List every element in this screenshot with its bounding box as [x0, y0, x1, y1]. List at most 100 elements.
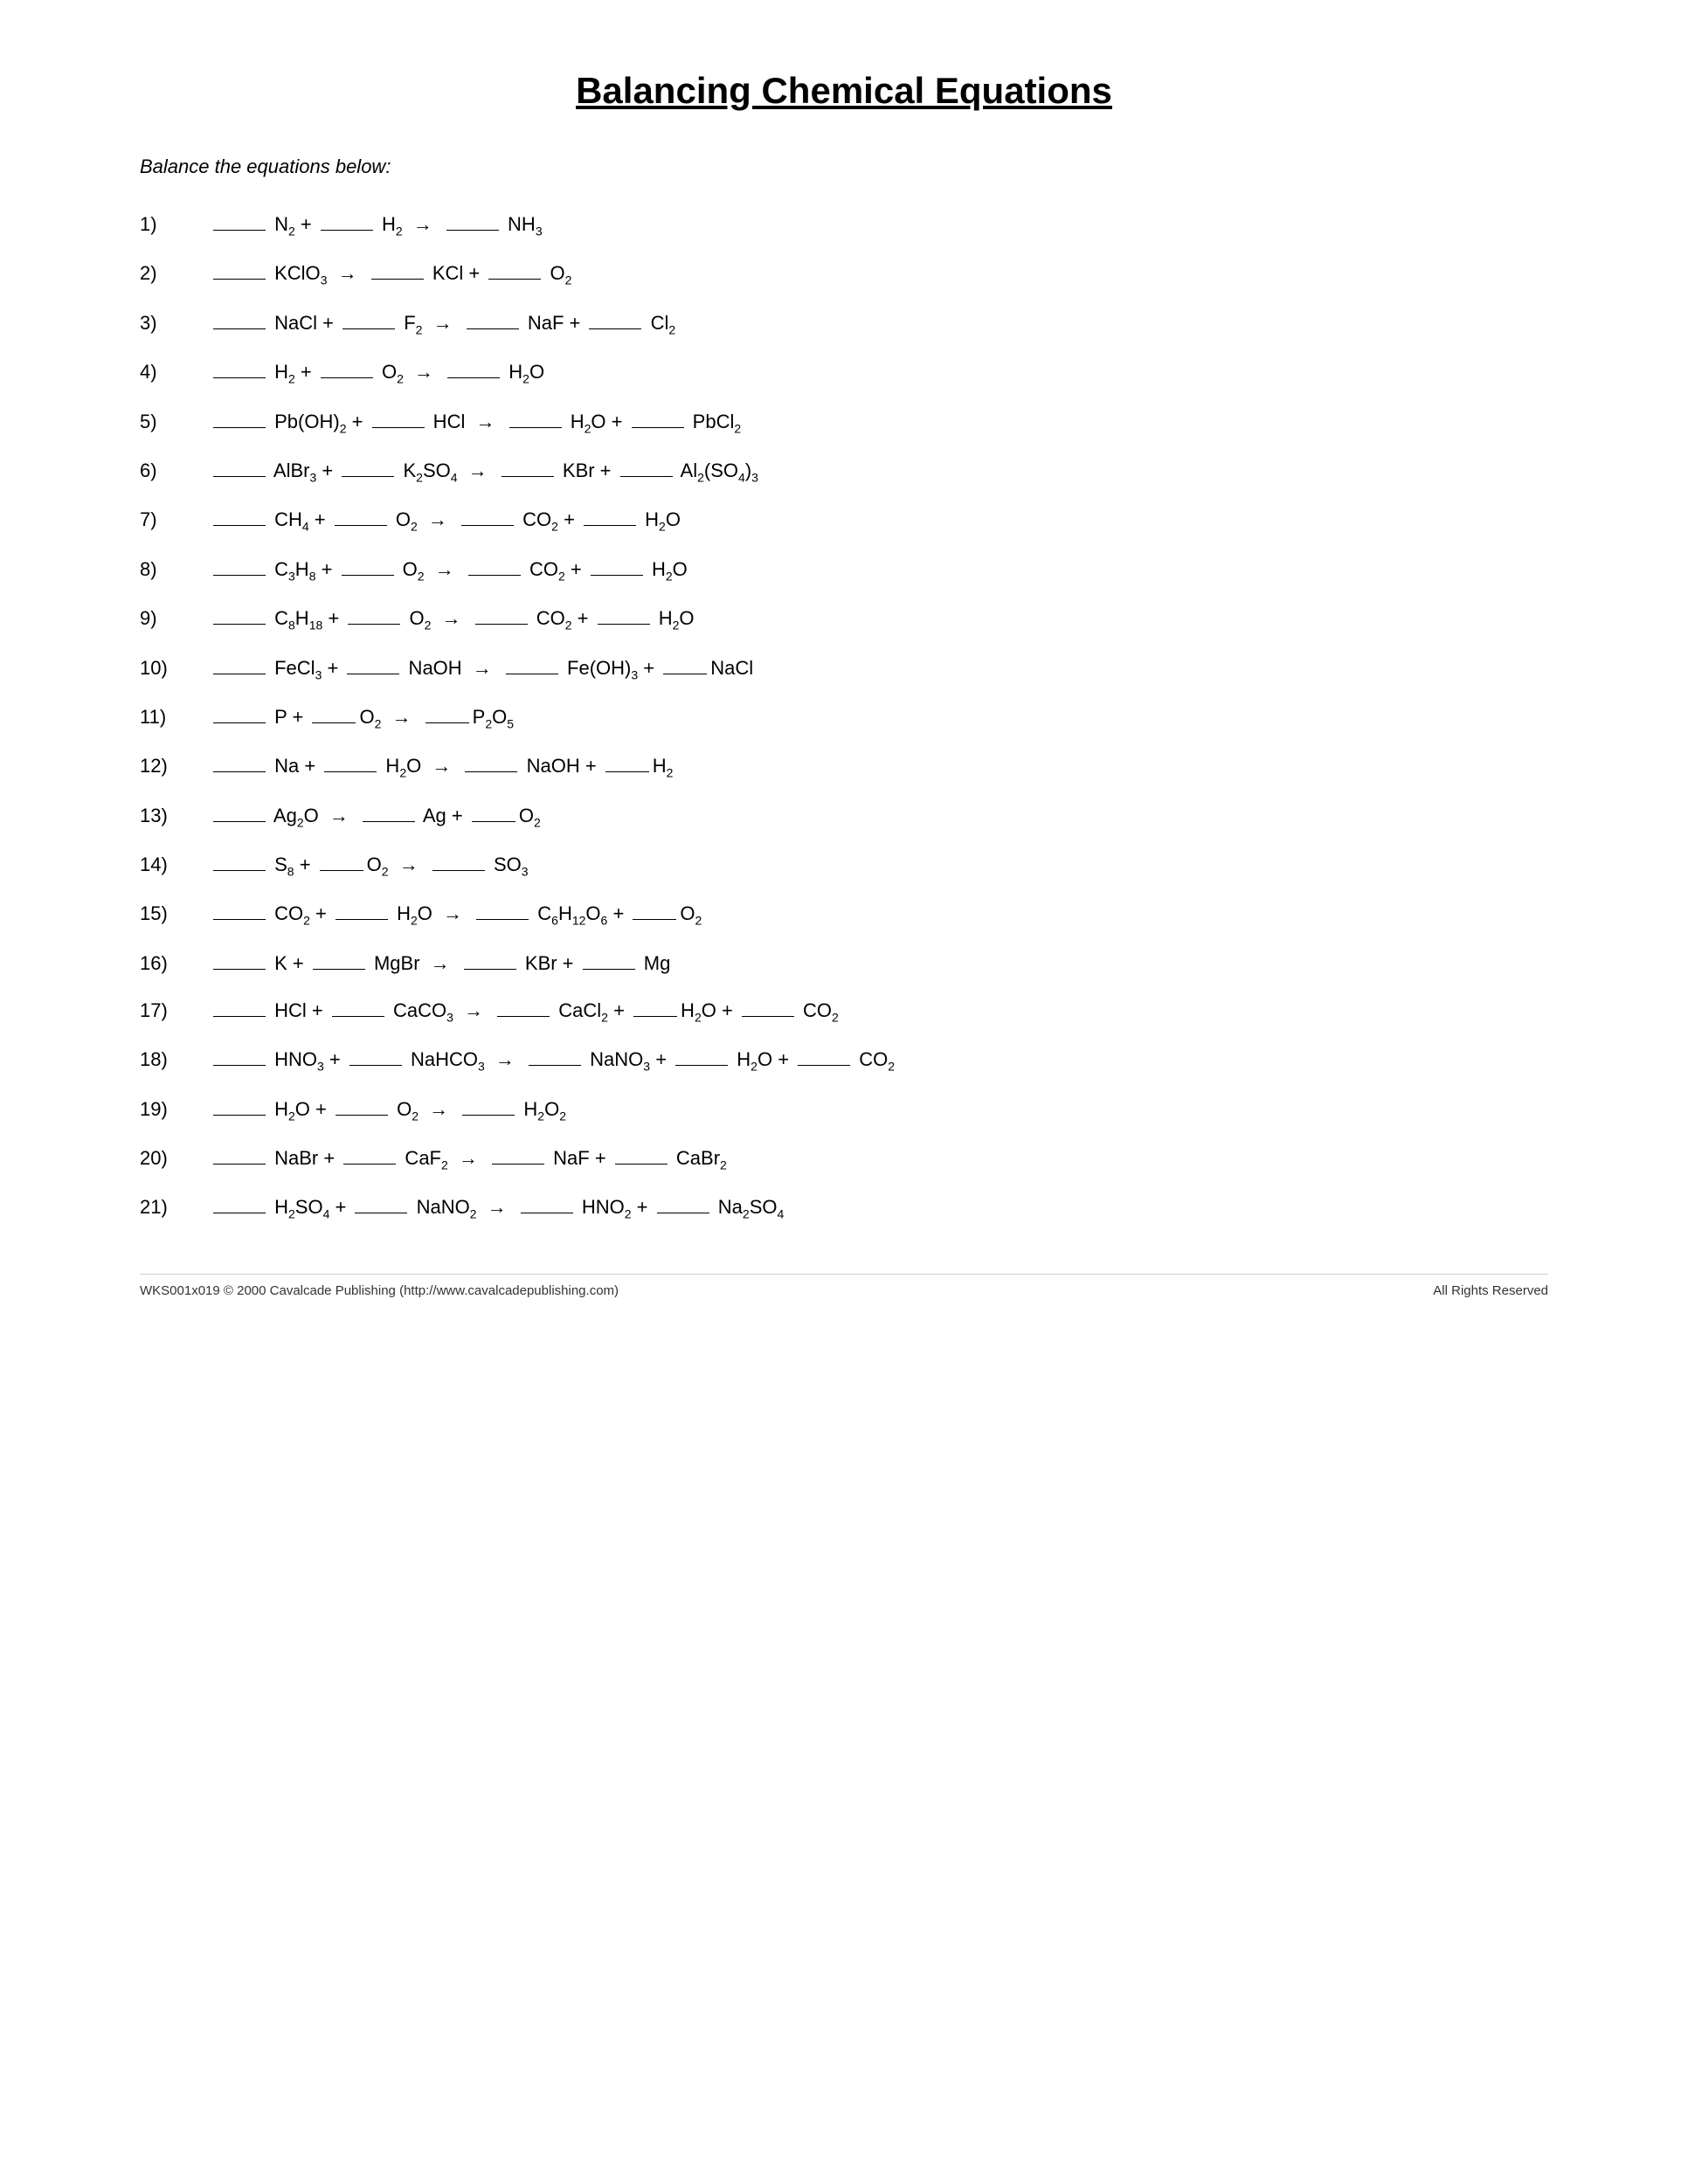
blank: [620, 476, 673, 477]
equation-13: 13) Ag2O → Ag + O2: [140, 805, 1548, 829]
equation-1: 1) N2 + H2 → NH3: [140, 213, 1548, 238]
blank: [213, 1164, 266, 1165]
blank: [468, 575, 521, 576]
equation-19: 19) H2O + O2 → H2O2: [140, 1098, 1548, 1123]
blank: [342, 575, 394, 576]
eq-number-10: 10): [140, 657, 210, 680]
blank: [213, 969, 266, 970]
blank: [332, 1016, 384, 1017]
blank: [342, 476, 394, 477]
blank: [213, 575, 266, 576]
eq-number-21: 21): [140, 1196, 210, 1219]
blank: [632, 427, 684, 428]
equation-16: 16) K + MgBr → KBr + Mg: [140, 952, 1548, 975]
equations-list: 1) N2 + H2 → NH3 2) KClO3 → KCl + O2 3) …: [140, 213, 1548, 1221]
eq-number-1: 1): [140, 213, 210, 236]
eq-number-15: 15): [140, 902, 210, 925]
blank: [213, 771, 266, 772]
blank: [363, 821, 415, 822]
equation-21: 21) H2SO4 + NaNO2 → HNO2 + Na2SO4: [140, 1196, 1548, 1220]
blank: [213, 279, 266, 280]
eq-number-19: 19): [140, 1098, 210, 1121]
blank: [605, 771, 649, 772]
eq-content-20: NaBr + CaF2 → NaF + CaBr2: [210, 1147, 727, 1171]
blank: [213, 525, 266, 526]
equation-11: 11) P + O2 → P2O5: [140, 706, 1548, 730]
equation-12: 12) Na + H2O → NaOH + H2: [140, 755, 1548, 779]
blank: [472, 821, 515, 822]
equation-20: 20) NaBr + CaF2 → NaF + CaBr2: [140, 1147, 1548, 1171]
eq-content-1: N2 + H2 → NH3: [210, 213, 543, 238]
eq-number-4: 4): [140, 361, 210, 384]
eq-content-18: HNO3 + NaHCO3 → NaNO3 + H2O + CO2: [210, 1048, 895, 1073]
equation-3: 3) NaCl + F2 → NaF + Cl2: [140, 312, 1548, 336]
eq-content-3: NaCl + F2 → NaF + Cl2: [210, 312, 675, 336]
blank: [475, 624, 528, 625]
blank: [589, 328, 641, 329]
blank: [371, 279, 424, 280]
blank: [213, 919, 266, 920]
eq-content-16: K + MgBr → KBr + Mg: [210, 952, 670, 975]
blank: [321, 230, 373, 231]
blank: [447, 377, 500, 378]
blank: [583, 969, 635, 970]
eq-content-12: Na + H2O → NaOH + H2: [210, 755, 673, 779]
page-title: Balancing Chemical Equations: [140, 70, 1548, 112]
equation-15: 15) CO2 + H2O → C6H12O6 + O2: [140, 902, 1548, 927]
eq-number-3: 3): [140, 312, 210, 335]
eq-content-15: CO2 + H2O → C6H12O6 + O2: [210, 902, 702, 927]
blank: [446, 230, 499, 231]
eq-content-19: H2O + O2 → H2O2: [210, 1098, 566, 1123]
blank: [349, 1065, 402, 1066]
blank: [312, 722, 356, 723]
equation-8: 8) C3H8 + O2 → CO2 + H2O: [140, 558, 1548, 583]
blank: [343, 1164, 396, 1165]
eq-number-14: 14): [140, 854, 210, 876]
eq-content-14: S8 + O2 → SO3: [210, 854, 529, 878]
blank: [213, 427, 266, 428]
footer-right: All Rights Reserved: [1433, 1283, 1548, 1298]
blank: [476, 919, 529, 920]
blank: [313, 969, 365, 970]
equation-4: 4) H2 + O2 → H2O: [140, 361, 1548, 385]
blank: [467, 328, 519, 329]
equation-10: 10) FeCl3 + NaOH → Fe(OH)3 + NaCl: [140, 657, 1548, 681]
blank: [335, 525, 387, 526]
blank: [336, 1115, 388, 1116]
blank: [342, 328, 395, 329]
blank: [372, 427, 425, 428]
blank: [509, 427, 562, 428]
blank: [213, 722, 266, 723]
eq-content-6: AlBr3 + K2SO4 → KBr + Al2(SO4)3: [210, 460, 758, 484]
blank: [584, 525, 636, 526]
eq-number-2: 2): [140, 262, 210, 285]
eq-number-7: 7): [140, 508, 210, 531]
blank: [432, 870, 485, 871]
blank: [213, 1065, 266, 1066]
blank: [213, 1016, 266, 1017]
blank: [213, 821, 266, 822]
blank: [502, 476, 554, 477]
blank: [633, 1016, 677, 1017]
eq-content-21: H2SO4 + NaNO2 → HNO2 + Na2SO4: [210, 1196, 784, 1220]
eq-number-9: 9): [140, 607, 210, 630]
blank: [488, 279, 541, 280]
blank: [464, 969, 516, 970]
equation-7: 7) CH4 + O2 → CO2 + H2O: [140, 508, 1548, 533]
eq-content-2: KClO3 → KCl + O2: [210, 262, 571, 287]
blank: [492, 1164, 544, 1165]
blank: [742, 1016, 794, 1017]
eq-number-20: 20): [140, 1147, 210, 1170]
eq-content-9: C8H18 + O2 → CO2 + H2O: [210, 607, 695, 632]
footer: WKS001x019 © 2000 Cavalcade Publishing (…: [140, 1274, 1548, 1298]
blank: [213, 328, 266, 329]
equation-5: 5) Pb(OH)2 + HCl → H2O + PbCl2: [140, 411, 1548, 435]
blank: [213, 1115, 266, 1116]
blank: [465, 771, 517, 772]
eq-content-13: Ag2O → Ag + O2: [210, 805, 541, 829]
eq-number-12: 12): [140, 755, 210, 778]
blank: [336, 919, 388, 920]
eq-content-7: CH4 + O2 → CO2 + H2O: [210, 508, 681, 533]
blank: [213, 377, 266, 378]
eq-number-11: 11): [140, 706, 210, 729]
